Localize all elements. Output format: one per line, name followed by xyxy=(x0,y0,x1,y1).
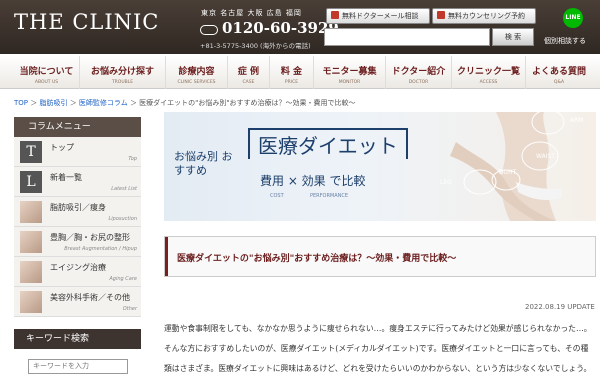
phone-icon xyxy=(200,25,218,35)
cost-label: COST xyxy=(270,193,285,199)
calendar-icon xyxy=(437,11,445,19)
tight-label: TIGHT xyxy=(497,169,517,176)
line-label[interactable]: 個別相談する xyxy=(544,36,586,46)
search-button[interactable]: 検 索 xyxy=(492,28,534,46)
keyword-input[interactable] xyxy=(28,359,128,374)
leg-label: LEG xyxy=(440,179,452,186)
breadcrumb-current: 医療ダイエットの"お悩み別"おすすめ治療は？～効果・費用で比較～ xyxy=(139,99,356,107)
site-header: THE CLINIC 東京 名古屋 大阪 広島 福岡 0120-60-3929 … xyxy=(0,0,600,54)
nav-case[interactable]: 症 例 CASE xyxy=(228,56,270,89)
nav-trouble[interactable]: お悩み分け探す TROUBLE xyxy=(80,56,166,89)
phone-number[interactable]: 0120-60-3929 xyxy=(222,19,339,37)
sidebar-item-other[interactable]: 美容外科手術／その他 Other xyxy=(14,287,141,317)
face-thumbnail xyxy=(20,261,42,283)
sidebar-item-liposuction[interactable]: 脂肪吸引／痩身 Liposuction xyxy=(14,197,141,227)
clinic-cities: 東京 名古屋 大阪 広島 福岡 xyxy=(201,9,302,17)
sidebar-item-aging[interactable]: エイジング治療 Aging Care xyxy=(14,257,141,287)
banner-compare: 費用 × 効果 で比較 xyxy=(260,174,366,188)
title-accent-bar xyxy=(165,237,168,276)
nav-services[interactable]: 診療内容 CLINIC SERVICES xyxy=(166,56,228,89)
breadcrumb-top[interactable]: TOP xyxy=(14,99,28,107)
nav-qa[interactable]: よくある質問 Q&A xyxy=(526,56,592,89)
column-menu-title: コラムメニュー xyxy=(14,117,141,137)
intl-phone: +81-3-5775-3400 (海外からの電話) xyxy=(200,42,311,50)
breadcrumb-column[interactable]: 医師監修コラム xyxy=(79,99,128,107)
counseling-button[interactable]: 無料カウンセリング予約 xyxy=(432,8,536,24)
doctor-mail-button[interactable]: 無料ドクターメール相談 xyxy=(326,8,430,24)
profile-thumbnail xyxy=(20,291,42,313)
article-title-box: 医療ダイエットの"お悩み別"おすすめ治療は？～効果・費用で比較～ xyxy=(164,236,596,277)
site-logo[interactable]: THE CLINIC xyxy=(14,10,159,34)
sidebar: コラムメニュー T トップ Top L 新着一覧 Latest List 脂肪吸引／痩身… xyxy=(14,117,141,374)
banner-subtitle: お悩み別 おすすめ xyxy=(174,150,233,177)
letter-t-icon: T xyxy=(20,141,42,163)
nav-about[interactable]: 当院について ABOUT US xyxy=(14,56,80,89)
nav-monitor[interactable]: モニター募集 MONITOR xyxy=(314,56,386,89)
arm-label: ARM xyxy=(570,117,583,124)
waist-label: WAIST xyxy=(536,153,555,160)
breast-thumbnail xyxy=(20,231,42,253)
letter-l-icon: L xyxy=(20,171,42,193)
body-thumbnail xyxy=(20,201,42,223)
sidebar-item-breast[interactable]: 豊胸／胸・お尻の整形 Breast Augmentation / Hipup xyxy=(14,227,141,257)
search-input[interactable] xyxy=(324,28,490,46)
sidebar-item-latest[interactable]: L 新着一覧 Latest List xyxy=(14,167,141,197)
article-title: 医療ダイエットの"お悩み別"おすすめ治療は？～効果・費用で比較～ xyxy=(177,254,457,264)
update-date: 2022.08.19 UPDATE xyxy=(525,303,595,311)
banner-labels: COST PERFORMANCE xyxy=(270,193,348,199)
body-figure: ARM WAIST LEG TIGHT xyxy=(440,112,583,221)
mail-icon xyxy=(331,11,339,19)
keyword-search-title: キーワード検索 xyxy=(14,329,141,349)
nav-price[interactable]: 料 金 PRICE xyxy=(270,56,314,89)
breadcrumb-lipo[interactable]: 脂肪吸引 xyxy=(39,99,67,107)
performance-label: PERFORMANCE xyxy=(310,193,348,199)
banner-title: 医療ダイエット xyxy=(248,128,408,159)
sidebar-item-top[interactable]: T トップ Top xyxy=(14,137,141,167)
article-banner: お悩み別 おすすめ 医療ダイエット 費用 × 効果 で比較 COST PERFO… xyxy=(164,112,596,221)
breadcrumb: TOP ＞ 脂肪吸引 ＞ 医師監修コラム ＞ 医療ダイエットの"お悩み別"おすす… xyxy=(14,99,356,107)
article-body: 運動や食事制限をしても、なかなか思うように痩せられない…。痩身エステに行ってみた… xyxy=(164,324,592,373)
global-nav: 当院について ABOUT US お悩み分け探す TROUBLE 診療内容 CLINIC… xyxy=(0,56,600,89)
nav-access[interactable]: クリニック一覧 ACCESS xyxy=(452,56,526,89)
nav-doctor[interactable]: ドクター紹介 DOCTOR xyxy=(386,56,452,89)
line-icon[interactable]: LINE xyxy=(563,8,583,28)
